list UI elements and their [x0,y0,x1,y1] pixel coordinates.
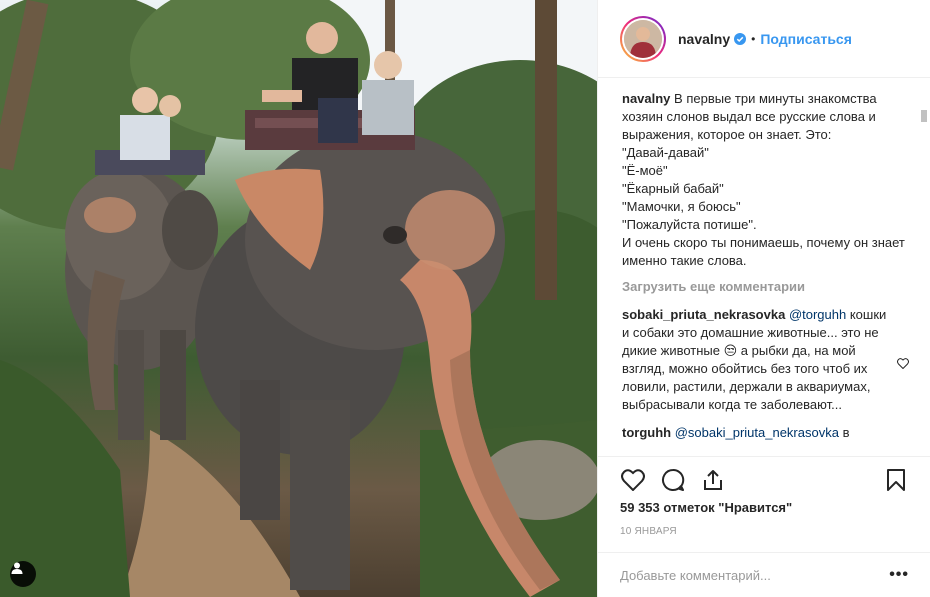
like-comment-heart-icon[interactable] [897,356,909,374]
post-photo-illustration [0,0,597,597]
caption: navalny В первые три минуты знакомства х… [622,90,909,270]
comment-username[interactable]: torguhh [622,425,671,440]
post-side-panel: navalny • Подписаться navalny В первые т… [597,0,930,597]
comment-text: кошки и собаки это домашние животные... … [622,307,887,412]
like-heart-icon[interactable] [620,467,646,493]
add-comment-bar: ••• [598,552,930,597]
verified-badge-icon [734,32,747,45]
comment-text: в [838,425,850,440]
load-more-comments-button[interactable]: Загрузить еще комментарии [622,278,909,296]
user-silhouette-icon [11,562,23,574]
follow-button[interactable]: Подписаться [760,31,852,47]
separator-dot: • [751,31,756,46]
scrollbar-thumb[interactable] [921,110,927,122]
more-options-icon[interactable]: ••• [889,566,909,584]
share-icon[interactable] [700,467,726,493]
likes-count[interactable]: 59 353 отметок "Нравится" [620,500,792,515]
comment-username[interactable]: sobaki_priuta_nekrasovka [622,307,785,322]
post-actions [598,456,930,506]
comment-bubble-icon[interactable] [660,467,686,493]
add-comment-input[interactable] [620,567,890,583]
post-header: navalny • Подписаться [598,0,930,78]
caption-text: В первые три минуты знакомства хозяин сл… [622,91,905,268]
header-username[interactable]: navalny [678,31,730,47]
post-photo[interactable] [0,0,597,597]
comment-mention[interactable]: @torguhh [789,307,846,322]
comment-item: sobaki_priuta_nekrasovka @torguhh кошки … [622,306,909,414]
caption-username[interactable]: navalny [622,91,670,106]
comment-item: torguhh @sobaki_priuta_nekrasovka в [622,424,909,442]
author-avatar[interactable] [620,15,666,62]
comments-scrollbar[interactable] [920,90,928,456]
bookmark-icon[interactable] [883,467,909,493]
tagged-users-button[interactable] [10,561,36,587]
post-date[interactable]: 10 января [620,526,677,537]
comment-mention[interactable]: @sobaki_priuta_nekrasovka [675,425,839,440]
avatar-image [624,19,662,58]
comments-list[interactable]: navalny В первые три минуты знакомства х… [598,78,930,456]
